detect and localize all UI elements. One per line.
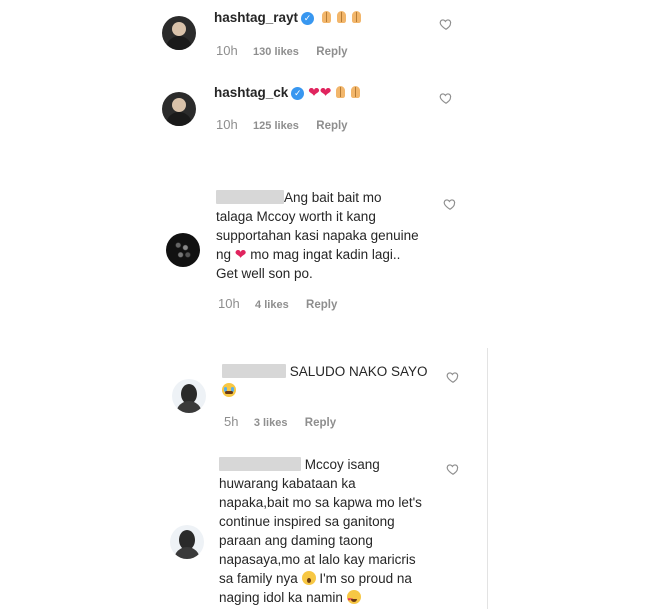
divider	[487, 348, 488, 609]
reply-button[interactable]: Reply	[316, 120, 347, 132]
comment-meta: 5h 3 likes Reply	[224, 414, 336, 429]
heart-outline-icon[interactable]	[439, 91, 453, 105]
likes-count[interactable]: 125 likes	[253, 120, 299, 132]
comment-time: 5h	[224, 414, 239, 429]
comment-text-line: napasaya,mo at lalo kay maricris	[219, 552, 416, 567]
comment-text-line: sa family nya I'm so proud na	[219, 571, 412, 586]
comment-time: 10h	[216, 117, 238, 132]
likes-count[interactable]: 4 likes	[255, 299, 289, 311]
heart-outline-icon[interactable]	[439, 17, 453, 31]
comment-text-line: Mccoy isang	[219, 455, 380, 474]
avatar[interactable]	[172, 379, 206, 413]
comment-text-line: paraan ang daming taong	[219, 533, 373, 548]
comment-text-line: supportahan kasi napaka genuine	[216, 228, 419, 243]
reply-button[interactable]: Reply	[306, 299, 337, 311]
username[interactable]: hashtag_rayt	[214, 10, 298, 25]
red-heart-emoji: ❤	[234, 246, 247, 262]
comment-time: 10h	[218, 296, 240, 311]
redacted-username	[216, 190, 284, 204]
avatar[interactable]	[166, 233, 200, 267]
comment-text-line: huwarang kabataan ka	[219, 476, 356, 491]
heart-outline-icon[interactable]	[446, 462, 460, 476]
comment-text-line: ng ❤ mo mag ingat kadin lagi..	[216, 246, 401, 262]
heart-eyes-emoji	[346, 590, 361, 610]
heart-outline-icon[interactable]	[443, 197, 457, 211]
reply-button[interactable]: Reply	[316, 46, 347, 58]
avatar[interactable]	[162, 92, 196, 126]
comment-meta: 10h 130 likes Reply	[216, 43, 348, 58]
comment-text: hashtag_ck ✓ ❤❤	[214, 83, 362, 102]
heart-outline-icon[interactable]	[446, 370, 460, 384]
screaming-face-emoji	[301, 571, 316, 585]
likes-count[interactable]: 130 likes	[253, 46, 299, 58]
username[interactable]: hashtag_ck	[214, 85, 288, 100]
comment-text-line: continue inspired sa ganitong	[219, 514, 395, 529]
comment-meta: 10h 125 likes Reply	[216, 117, 348, 132]
comment-text-line: talaga Mccoy worth it kang	[216, 209, 376, 224]
pray-emoji	[318, 10, 363, 25]
redacted-username	[219, 457, 301, 471]
comment-text: hashtag_rayt ✓	[214, 8, 363, 27]
reply-button[interactable]: Reply	[305, 417, 336, 429]
comment-text-line: Get well son po.	[216, 266, 313, 281]
redacted-username	[222, 364, 286, 378]
red-heart-emoji: ❤❤	[308, 84, 332, 100]
pray-emoji	[334, 85, 347, 99]
verified-badge-icon: ✓	[291, 87, 305, 100]
verified-badge-icon: ✓	[301, 12, 315, 25]
crying-face-emoji	[222, 383, 236, 397]
comment-text-line	[222, 381, 236, 400]
comment-text-line: napaka,bait mo sa kapwa mo let's	[219, 495, 422, 510]
comment-meta: 10h 4 likes Reply	[218, 296, 337, 311]
avatar[interactable]	[162, 16, 196, 50]
comment-text-line: naging idol ka namin	[219, 588, 361, 610]
comment-text-line: Ang bait bait mo	[216, 188, 382, 207]
likes-count[interactable]: 3 likes	[254, 417, 288, 429]
comment-time: 10h	[216, 43, 238, 58]
pray-emoji	[349, 85, 362, 99]
avatar[interactable]	[170, 525, 204, 559]
comment-text-line: SALUDO NAKO SAYO	[222, 362, 428, 381]
